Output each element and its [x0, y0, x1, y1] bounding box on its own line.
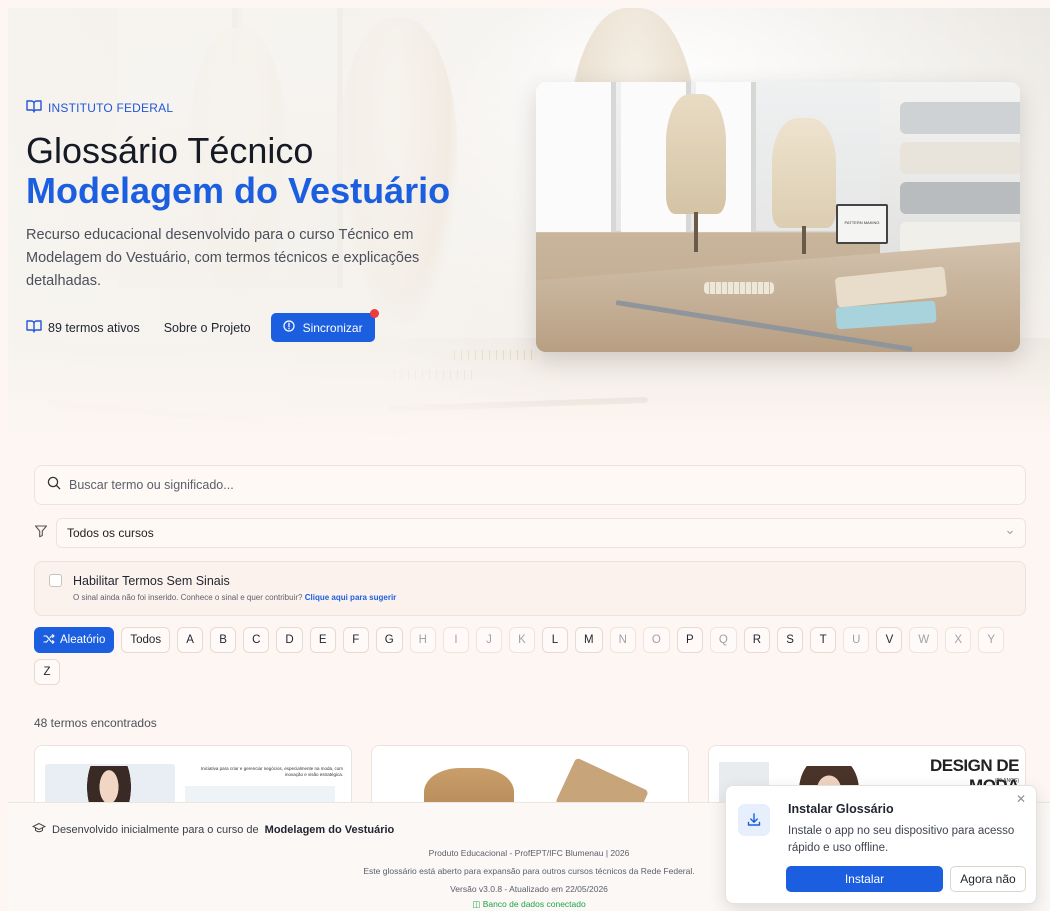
letter-button-f[interactable]: F — [342, 627, 369, 653]
course-select-value: Todos os cursos — [67, 526, 154, 540]
all-letters-button[interactable]: Todos — [121, 627, 171, 653]
letter-button-j[interactable]: J — [475, 627, 502, 653]
photo-sign-text: PATTERN MAKING — [844, 220, 880, 225]
hero-bottom-fade — [8, 348, 1050, 438]
signless-terms-text: O sinal ainda não foi inserido. Conhece … — [73, 593, 303, 602]
photo-table — [536, 242, 1020, 352]
signless-terms-box: Habilitar Termos Sem Sinais O sinal aind… — [34, 561, 1026, 616]
letter-button-y[interactable]: Y — [978, 627, 1005, 653]
letter-button-l[interactable]: L — [541, 627, 568, 653]
letter-button-t[interactable]: T — [810, 627, 837, 653]
photo-mannequin-stand — [694, 212, 698, 252]
signless-terms-title: Habilitar Termos Sem Sinais — [73, 574, 230, 588]
letter-button-c[interactable]: C — [243, 627, 270, 653]
letter-button-d[interactable]: D — [276, 627, 303, 653]
sync-button-label: Sincronizar — [302, 320, 363, 335]
install-popup: Instalar Glossário Instale o app no seu … — [725, 785, 1037, 904]
hero-description: Recurso educacional desenvolvido para o … — [26, 227, 420, 289]
random-button[interactable]: Aleatório — [34, 627, 115, 653]
search-bar[interactable] — [34, 465, 1026, 505]
page-title: Glossário Técnico — [26, 130, 314, 171]
terms-count-text: 89 termos ativos — [48, 320, 140, 335]
search-input[interactable] — [69, 478, 969, 492]
photo-mannequin — [666, 94, 726, 214]
letter-button-i[interactable]: I — [442, 627, 469, 653]
random-button-label: Aleatório — [60, 634, 106, 646]
letter-button-v[interactable]: V — [876, 627, 903, 653]
install-popup-title: Instalar Glossário — [788, 802, 894, 816]
database-icon: ◫ — [472, 899, 481, 909]
letter-button-r[interactable]: R — [743, 627, 771, 653]
letter-button-e[interactable]: E — [309, 627, 336, 653]
notification-dot — [369, 309, 379, 318]
install-button[interactable]: Instalar — [786, 866, 943, 892]
letter-button-w[interactable]: W — [909, 627, 939, 653]
not-now-button[interactable]: Agora não — [950, 866, 1026, 892]
letter-button-x[interactable]: X — [945, 627, 972, 653]
hero-actions: 89 termos ativos Sobre o Projeto Sincron… — [26, 309, 379, 342]
alert-circle-icon — [282, 320, 295, 335]
letter-button-o[interactable]: O — [642, 627, 670, 653]
close-icon[interactable]: ✕ — [1016, 792, 1026, 806]
db-status-text: Banco de dados conectado — [482, 899, 586, 909]
filter-icon — [34, 524, 48, 543]
terms-count: 89 termos ativos — [26, 319, 140, 336]
footer-developed: Desenvolvido inicialmente para o curso d… — [31, 822, 395, 837]
book-icon — [26, 319, 42, 336]
letter-button-z[interactable]: Z — [34, 659, 60, 685]
suggest-sign-link[interactable]: Clique aqui para sugerir — [305, 593, 397, 602]
letter-button-p[interactable]: P — [676, 627, 703, 653]
letter-button-b[interactable]: B — [210, 627, 237, 653]
letter-button-s[interactable]: S — [777, 627, 804, 653]
letter-button-u[interactable]: U — [843, 627, 870, 653]
photo-mannequin — [772, 118, 836, 228]
sync-button[interactable]: Sincronizar — [270, 309, 379, 342]
about-project-link[interactable]: Sobre o Projeto — [164, 321, 251, 335]
course-filter-row: Todos os cursos — [34, 518, 1026, 548]
book-icon — [26, 99, 42, 116]
photo-fabric-roll — [900, 142, 1020, 174]
photo-mannequin-stand — [802, 226, 806, 254]
footer-developed-text: Desenvolvido inicialmente para o curso d… — [52, 823, 259, 836]
card-caption: Iniciativa para criar e gerenciar negóci… — [200, 766, 343, 777]
letter-button-a[interactable]: A — [177, 627, 204, 653]
page-subtitle: Modelagem do Vestuário — [26, 170, 451, 211]
card-subtitle: (20 ANOS) — [994, 778, 1019, 784]
alphabet-filter: Aleatório Todos ABCDEFGHIJKLMNOPQRSTUVWX… — [34, 627, 1024, 685]
footer-course-name: Modelagem do Vestuário — [264, 823, 395, 836]
hero-photo: PATTERN MAKING — [536, 82, 1020, 352]
signless-terms-checkbox[interactable] — [49, 574, 62, 587]
letter-button-q[interactable]: Q — [709, 627, 737, 653]
photo-fabric-roll — [900, 182, 1020, 214]
graduation-cap-icon — [31, 822, 47, 837]
photo-tape-measure — [704, 282, 774, 294]
search-icon — [47, 476, 61, 495]
chevron-down-icon — [1005, 526, 1015, 540]
signless-terms-subtitle: O sinal ainda não foi inserido. Conhece … — [73, 593, 396, 602]
photo-fabric-roll — [900, 102, 1020, 134]
letter-button-m[interactable]: M — [574, 627, 603, 653]
letter-button-n[interactable]: N — [609, 627, 636, 653]
results-count: 48 termos encontrados — [34, 716, 157, 730]
course-select[interactable]: Todos os cursos — [56, 518, 1026, 548]
letter-button-k[interactable]: K — [508, 627, 535, 653]
letter-button-g[interactable]: G — [375, 627, 403, 653]
letter-button-h[interactable]: H — [409, 627, 436, 653]
install-popup-text: Instale o app no seu dispositivo para ac… — [788, 825, 1015, 854]
institution-text: INSTITUTO FEDERAL — [48, 100, 174, 115]
photo-window — [536, 82, 616, 232]
photo-sign: PATTERN MAKING — [836, 204, 888, 244]
shuffle-icon — [43, 633, 55, 648]
download-icon — [738, 804, 770, 836]
institution-label: INSTITUTO FEDERAL — [26, 99, 173, 116]
